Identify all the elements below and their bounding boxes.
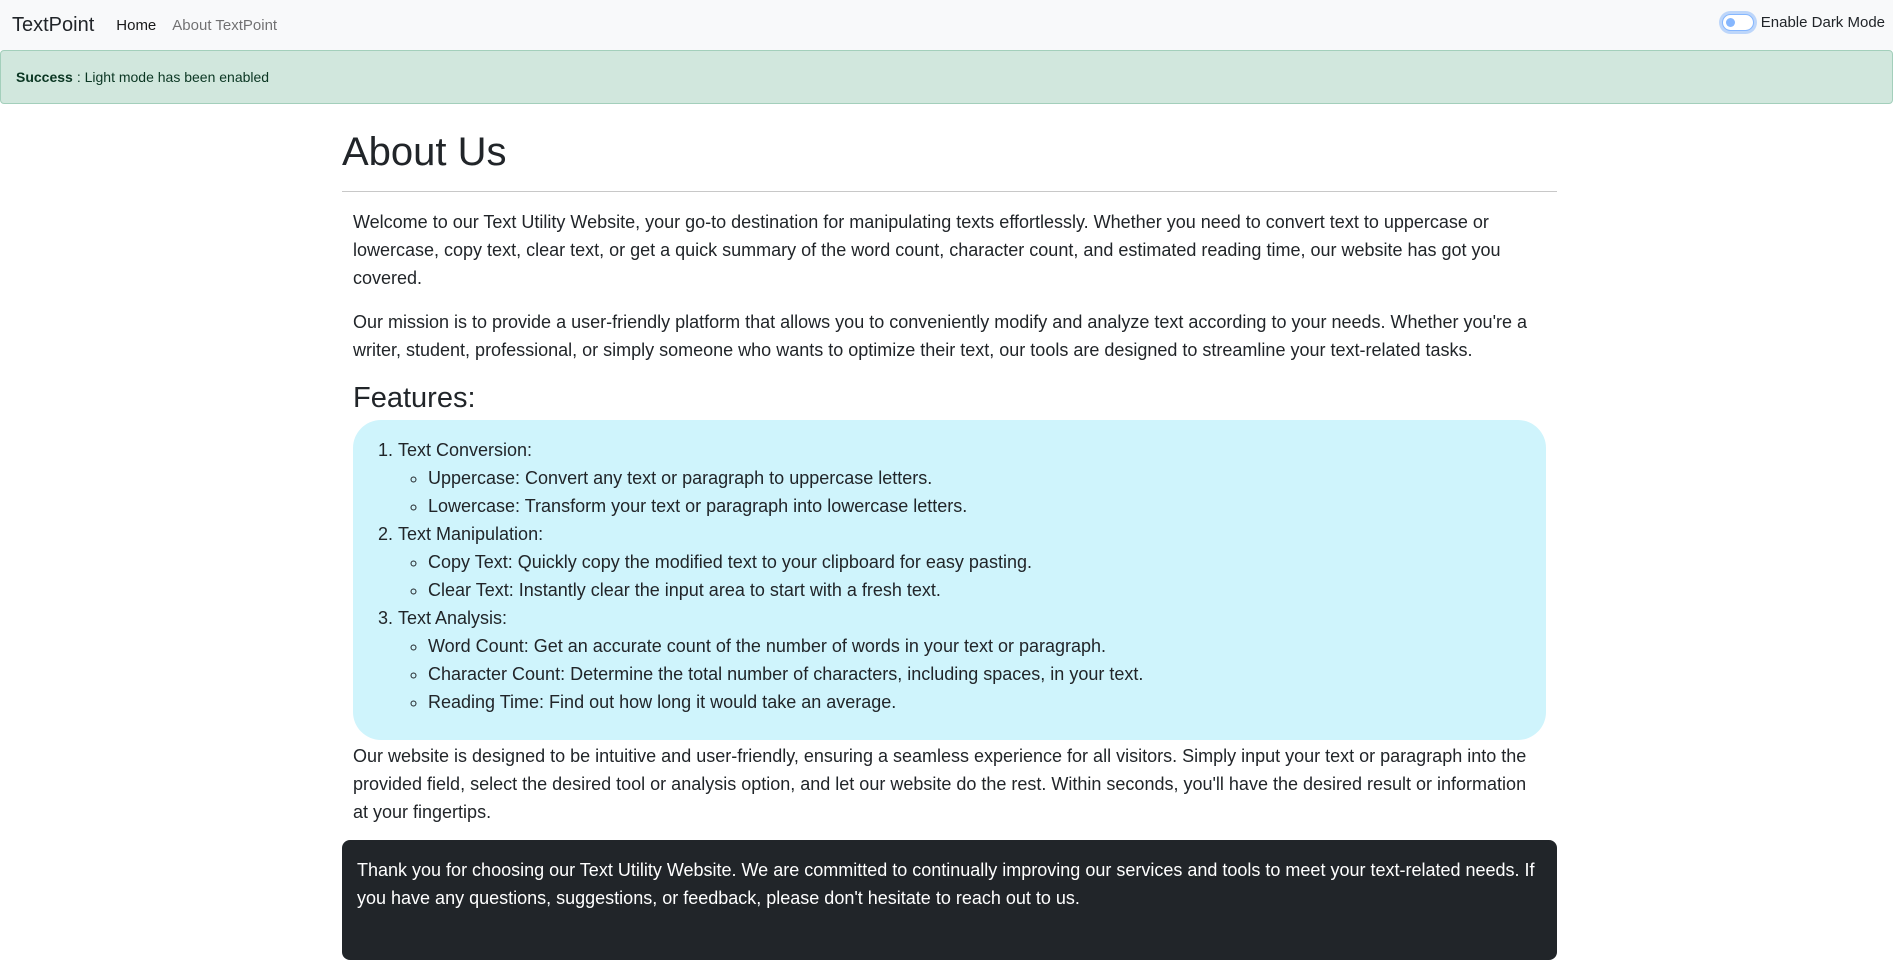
dark-mode-label[interactable]: Enable Dark Mode	[1761, 14, 1885, 31]
feature-subitem: Uppercase: Convert any text or paragraph…	[428, 464, 1526, 492]
feature-subitem: Lowercase: Transform your text or paragr…	[428, 492, 1526, 520]
closing-paragraph: Our website is designed to be intuitive …	[353, 746, 1527, 823]
alert-colon: :	[76, 69, 85, 85]
feature-subitem: Word Count: Get an accurate count of the…	[428, 632, 1526, 660]
feature-label: Text Conversion:	[398, 440, 533, 461]
feature-sublist: Copy Text: Quickly copy the modified tex…	[398, 548, 1526, 604]
feature-subitem: Reading Time: Find out how long it would…	[428, 688, 1526, 716]
content-body: Welcome to our Text Utility Website, you…	[342, 208, 1557, 826]
intro-paragraph-1: Welcome to our Text Utility Website, you…	[353, 212, 1501, 288]
feature-item: Text Conversion: Uppercase: Convert any …	[398, 436, 1526, 520]
feature-sublist: Uppercase: Convert any text or paragraph…	[398, 464, 1526, 520]
nav-link-about[interactable]: About TextPoint	[172, 17, 277, 34]
nav-link-home[interactable]: Home	[116, 17, 156, 34]
success-alert: Success: Light mode has been enabled	[0, 50, 1893, 104]
features-heading: Features:	[353, 382, 476, 414]
feature-subitem: Clear Text: Instantly clear the input ar…	[428, 576, 1526, 604]
feature-label: Text Manipulation:	[398, 524, 544, 545]
features-box: Text Conversion: Uppercase: Convert any …	[353, 420, 1546, 741]
intro-paragraph-2: Our mission is to provide a user-friendl…	[353, 312, 1528, 360]
feature-item: Text Manipulation: Copy Text: Quickly co…	[398, 520, 1526, 604]
feature-subitem: Character Count: Determine the total num…	[428, 660, 1526, 688]
feature-sublist: Word Count: Get an accurate count of the…	[398, 632, 1526, 716]
dark-mode-toggle: Enable Dark Mode	[1721, 14, 1885, 31]
feature-item: Text Analysis: Word Count: Get an accura…	[398, 604, 1526, 716]
switch-knob	[1725, 18, 1735, 27]
dark-mode-switch[interactable]	[1721, 14, 1754, 31]
main-container: About Us Welcome to our Text Utility Web…	[342, 104, 1557, 960]
brand-logo[interactable]: TextPoint	[12, 14, 94, 37]
feature-subitem: Copy Text: Quickly copy the modified tex…	[428, 548, 1526, 576]
thanks-text: Thank you for choosing our Text Utility …	[357, 860, 1535, 909]
features-list: Text Conversion: Uppercase: Convert any …	[373, 436, 1526, 716]
thanks-box: Thank you for choosing our Text Utility …	[342, 840, 1557, 960]
navbar: TextPoint Home About TextPoint Enable Da…	[0, 0, 1893, 50]
alert-type: Success	[16, 69, 73, 85]
page-title: About Us	[342, 104, 1557, 192]
feature-label: Text Analysis:	[398, 608, 508, 629]
alert-message: Light mode has been enabled	[84, 69, 270, 85]
